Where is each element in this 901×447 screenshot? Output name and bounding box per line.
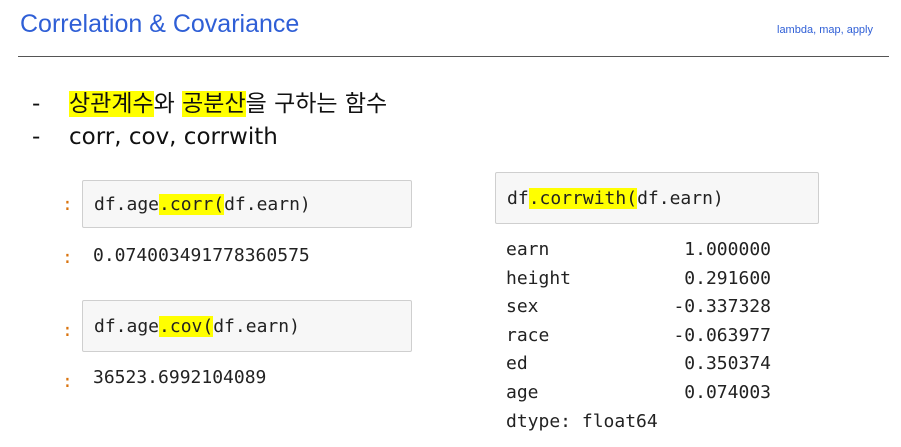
series-row: race -0.063977 [506,322,771,351]
code-text: df.earn) [637,187,724,209]
header-divider [18,56,889,57]
code-highlight: .corr( [159,193,225,215]
code-highlight: .cov( [159,315,214,337]
slide-subtitle: lambda, map, apply [777,24,873,36]
bullet-dash: - [32,124,41,150]
output-prompt: : [62,247,73,268]
series-row: ed 0.350374 [506,350,771,379]
code-text: df [507,187,529,209]
code-cell-cov[interactable]: df.age .cov(df.earn) [82,300,412,352]
series-row: sex -0.337328 [506,293,771,322]
code-cell-corrwith[interactable]: df .corrwith(df.earn) [495,172,819,224]
code-cell-corr[interactable]: df.age .corr(df.earn) [82,180,412,228]
code-text: df.age [94,193,160,215]
series-key: height [506,267,572,289]
series-row: height 0.291600 [506,265,771,294]
output-cov: 36523.6992104089 [93,367,267,388]
series-key: race [506,324,550,346]
series-dtype: dtype: float64 [506,410,658,432]
bullet-functions: - 상관계수와 공분산을 구하는 함수 [32,84,387,118]
output-prompt: : [62,371,73,392]
code-highlight: .corrwith( [528,187,638,209]
slide-title: Correlation & Covariance [20,10,300,38]
bullet-text: 을 구하는 함수 [245,91,388,117]
bullet-text: 와 [153,91,183,117]
bullet-dash: - [32,91,41,117]
code-text: df.age [94,315,160,337]
keyword-correlation: 상관계수 [69,91,154,117]
input-prompt: : [62,194,73,215]
series-value: 0.074003 [684,381,771,403]
code-text: df.earn) [213,315,300,337]
series-value: -0.063977 [673,324,771,346]
series-key: age [506,381,539,403]
series-value: -0.337328 [673,296,771,318]
bullet-function-names: - corr, cov, corrwith [32,124,278,150]
series-value: 0.291600 [684,267,771,289]
series-key: ed [506,353,528,375]
series-value: 1.000000 [684,239,771,260]
code-text: df.earn) [224,193,311,215]
bullet-text: corr, cov, corrwith [69,124,278,150]
series-row: earn 1.000000 [506,236,771,265]
series-key: sex [506,296,539,318]
series-row: age 0.074003 [506,379,771,408]
series-value: 0.350374 [684,353,771,375]
output-corr: 0.074003491778360575 [93,245,310,266]
series-key: earn [506,239,550,260]
output-corrwith: earn 1.000000 height 0.291600 sex -0.337328… [506,236,771,436]
keyword-covariance: 공분산 [182,91,246,117]
input-prompt: : [62,320,73,341]
